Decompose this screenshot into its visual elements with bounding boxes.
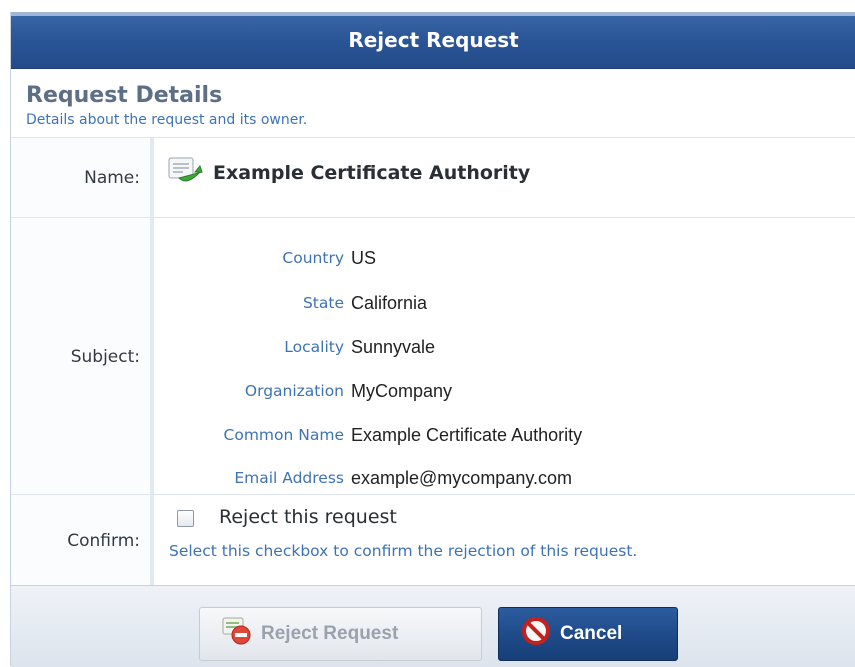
subject-row: Subject: Country US State California Loc… [11,217,855,495]
name-text: Example Certificate Authority [213,162,531,184]
subject-field-organization: Organization MyCompany [158,376,855,406]
subject-field-key: Email Address [234,469,344,487]
subject-field-key: Common Name [223,426,344,444]
subject-field-value: California [351,293,428,313]
confirm-cell: Reject this request Select this checkbox… [158,495,855,586]
dialog-title: Reject Request [348,28,519,52]
dialog-footer: Reject Request Cancel [11,585,855,667]
subject-field-key: Country [282,249,344,267]
subject-field-country: Country US [158,243,855,273]
reject-request-button[interactable]: Reject Request [199,607,482,661]
section-header: Request Details Details about the reques… [11,69,855,136]
cancel-button[interactable]: Cancel [498,607,678,661]
dialog-title-bar: Reject Request [11,12,855,69]
subject-field-value: example@mycompany.com [351,468,573,488]
cancel-button-label: Cancel [560,623,623,644]
section-description: Details about the request and its owner. [26,112,308,128]
subject-field-email-address: Email Address example@mycompany.com [158,463,855,493]
title-bar-top-strip [11,12,855,16]
confirm-help-text: Select this checkbox to confirm the reje… [169,542,638,560]
name-row: Name: Example Certificate Authority [11,137,855,218]
subject-field-locality: Locality Sunnyvale [158,332,855,362]
reject-request-button-label: Reject Request [261,623,399,644]
subject-field-key: Organization [244,382,344,400]
subject-field-value: Example Certificate Authority [351,425,583,445]
name-value-cell: Example Certificate Authority [158,138,855,218]
subject-field-key: State [302,294,344,312]
subject-field-value: MyCompany [351,381,453,401]
name-label: Name: [11,138,154,218]
subject-field-key: Locality [284,338,344,356]
subject-field-value: US [351,248,377,268]
certificate-icon [167,156,203,191]
subject-label: Subject: [11,218,154,495]
name-value: Example Certificate Authority [167,157,530,189]
subject-fields: Country US State California Locality Sun… [158,218,855,495]
subject-field-value: Sunnyvale [351,337,436,357]
confirm-row: Confirm: Reject this request Select this… [11,494,855,586]
reject-confirm-checkbox-label[interactable]: Reject this request [219,505,397,529]
confirm-label: Confirm: [11,495,154,586]
reject-confirm-checkbox[interactable] [177,510,194,527]
subject-field-state: State California [158,288,855,318]
section-title: Request Details [26,83,223,108]
reject-certificate-icon [222,617,252,651]
cancel-icon [521,616,551,652]
reject-request-dialog: Reject Request Request Details Details a… [10,12,855,667]
subject-field-common-name: Common Name Example Certificate Authorit… [158,420,855,450]
